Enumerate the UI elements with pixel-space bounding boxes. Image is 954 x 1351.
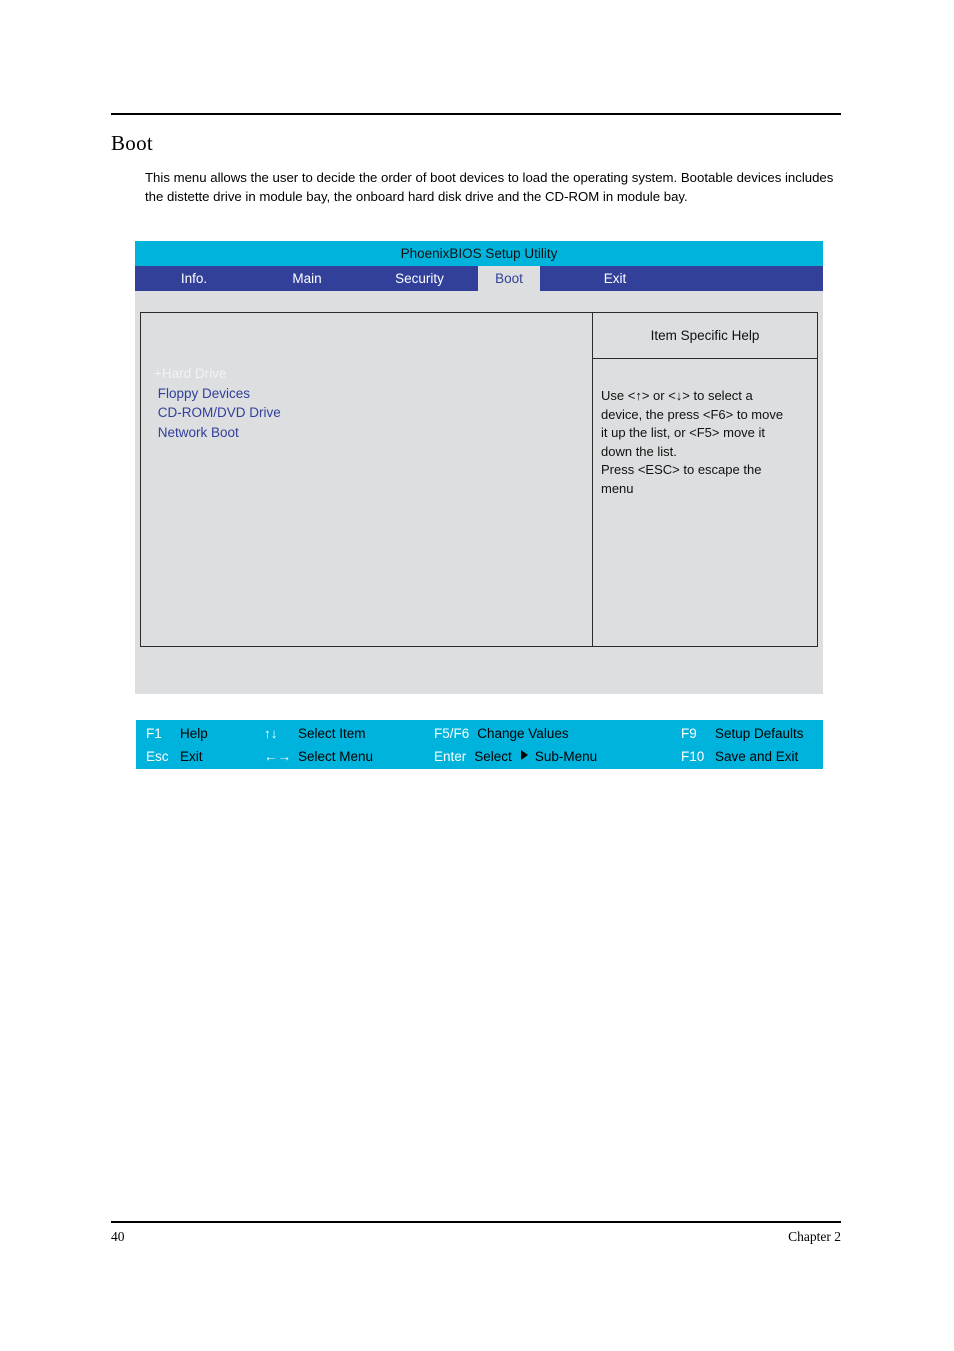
tab-boot[interactable]: Boot (478, 266, 540, 291)
help-line-1: Use <↑> or <↓> to select a (601, 388, 753, 403)
help-line-4: down the list. (601, 443, 677, 459)
key-enter-select[interactable]: Enter Select Sub-Menu (434, 749, 597, 764)
help-panel-title: Item Specific Help (593, 313, 817, 359)
tab-info[interactable]: Info. (135, 266, 253, 291)
key-esc-desc: Exit (180, 748, 203, 764)
key-f5f6-label: F5/F6 (434, 725, 470, 741)
function-key-bar: F1 Help ↑↓ Select Item F5/F6 Change Valu… (136, 720, 823, 769)
key-f1-label: F1 (146, 725, 162, 741)
help-panel-body: Use <↑> or <↓> to select a device, the p… (593, 359, 817, 646)
boot-item-cdrom-dvd-drive[interactable]: CD-ROM/DVD Drive (154, 403, 281, 423)
help-line-2: device, the press <F6> to move (601, 406, 784, 422)
bios-title-text: PhoenixBIOS Setup Utility (400, 246, 558, 261)
help-line-6: menu (601, 480, 634, 496)
key-leftright-select-menu[interactable]: ←→ Select Menu (264, 749, 373, 764)
triangle-right-icon (520, 749, 528, 760)
bios-body: +Hard Drive Floppy Devices CD-ROM/DVD Dr… (135, 291, 823, 769)
tab-security[interactable]: Security (361, 266, 478, 291)
footer-chapter-label: Chapter 2 (788, 1229, 841, 1244)
page-title: Boot (111, 131, 154, 155)
help-line-5: Press <ESC> to escape the (601, 462, 762, 477)
intro-paragraph: This menu allows the user to decide the … (145, 170, 834, 204)
boot-item-floppy-devices[interactable]: Floppy Devices (154, 384, 281, 404)
help-line-3: it up the list, or <F5> move it (601, 425, 766, 440)
footer-page-number: 40 (111, 1229, 125, 1244)
item-specific-help-panel: Item Specific Help Use <↑> or <↓> to sel… (593, 313, 817, 646)
key-f5f6-change-values[interactable]: F5/F6 Change Values (434, 726, 569, 741)
key-f9-label: F9 (681, 725, 697, 741)
bios-setup-window: PhoenixBIOS Setup Utility Info. Main Sec… (135, 241, 823, 769)
key-f9-setup-defaults[interactable]: F9 Setup Defaults (681, 726, 804, 741)
bios-title-bar: PhoenixBIOS Setup Utility (135, 241, 823, 266)
key-f1-desc: Help (180, 725, 208, 741)
key-f10-desc: Save and Exit (715, 748, 799, 764)
header-rule (111, 113, 841, 115)
key-leftright-desc: Select Menu (298, 748, 374, 764)
key-updown-desc: Select Item (298, 725, 366, 741)
key-f10-label: F10 (681, 748, 705, 764)
boot-order-list: +Hard Drive Floppy Devices CD-ROM/DVD Dr… (154, 364, 281, 442)
key-f1-help[interactable]: F1 Help (146, 726, 208, 741)
footer-rule (111, 1221, 841, 1223)
key-esc-label: Esc (146, 748, 169, 764)
boot-item-hard-drive[interactable]: +Hard Drive (154, 364, 281, 384)
key-f5f6-desc: Change Values (477, 725, 569, 741)
bios-tab-bar: Info. Main Security Boot Exit (135, 266, 823, 291)
key-esc-exit[interactable]: Esc Exit (146, 749, 203, 764)
function-key-row-2: Esc Exit ←→ Select Menu Enter Select Sub… (136, 744, 823, 768)
key-enter-label: Enter (434, 748, 467, 764)
tab-main[interactable]: Main (253, 266, 361, 291)
boot-order-panel: +Hard Drive Floppy Devices CD-ROM/DVD Dr… (141, 313, 593, 646)
key-enter-desc: Select (474, 748, 512, 764)
boot-item-network-boot[interactable]: Network Boot (154, 423, 281, 443)
submenu-label: Sub-Menu (534, 748, 598, 764)
function-key-row-1: F1 Help ↑↓ Select Item F5/F6 Change Valu… (136, 721, 823, 745)
arrow-up-down-icon: ↑↓ (264, 725, 278, 741)
bios-panels: +Hard Drive Floppy Devices CD-ROM/DVD Dr… (140, 312, 818, 647)
key-f9-desc: Setup Defaults (715, 725, 804, 741)
arrow-left-right-icon: ←→ (264, 748, 291, 764)
key-updown-select-item[interactable]: ↑↓ Select Item (264, 726, 366, 741)
tab-exit[interactable]: Exit (540, 266, 690, 291)
key-f10-save-and-exit[interactable]: F10 Save and Exit (681, 749, 798, 764)
